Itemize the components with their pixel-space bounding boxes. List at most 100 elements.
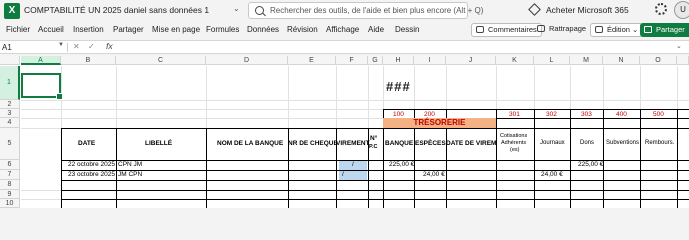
select-all-corner[interactable] [0,56,20,65]
cell-h3[interactable]: 100 [393,111,404,118]
header-dons[interactable]: Dons [580,140,594,146]
row-header-9[interactable]: 9 [0,190,20,199]
header-banque[interactable]: BANQUE [385,140,413,147]
settings-icon[interactable] [655,3,667,15]
table-row-6-date[interactable]: 22 octobre 2025 [68,161,115,168]
column-header-f[interactable]: F [336,56,368,65]
excel-icon[interactable]: X [4,3,20,19]
name-box[interactable]: A1 [2,42,60,53]
column-header-b[interactable]: B [61,56,116,65]
column-header-a[interactable]: A [21,56,61,65]
header-date-virement[interactable]: DATE DE VIREMENT [446,140,496,147]
table-row-7-date[interactable]: 23 octobre 2025 [68,171,115,178]
catchup-button[interactable]: Rattrapage [533,23,590,37]
tab-donnees[interactable]: Données [247,25,279,34]
header-date[interactable]: DATE [78,140,95,147]
table-border [640,109,641,208]
column-header-n[interactable]: N [603,56,640,65]
ribbon-tabs: Fichier Accueil Insertion Partager Mise … [0,22,689,39]
header-journaux[interactable]: Journaux [540,140,565,146]
row-header-6[interactable]: 6 [0,160,20,170]
document-title[interactable]: COMPTABILITÉ UN 2025 daniel sans données… [24,5,209,15]
cell-o3[interactable]: 500 [653,111,664,118]
table-row-7-libelle[interactable]: JM CPN [118,171,142,178]
row-header-1[interactable]: 1 [0,66,20,100]
header-es[interactable]: (es) [510,147,519,153]
cancel-icon[interactable]: ✕ [73,42,80,51]
row-header-8[interactable]: 8 [0,180,20,190]
row-header-2[interactable]: 2 [0,100,20,109]
header-libelle[interactable]: LIBELLÉ [145,140,172,147]
tab-dessin[interactable]: Dessin [395,25,419,34]
row-header-3[interactable]: 3 [0,109,20,118]
tab-formules[interactable]: Formules [206,25,239,34]
column-header-m[interactable]: M [570,56,603,65]
column-header-i[interactable]: I [414,56,446,65]
buy-microsoft-365-link[interactable]: Acheter Microsoft 365 [546,5,629,15]
header-especes[interactable]: ESPÈCES [415,140,446,147]
column-header-k[interactable]: K [496,56,534,65]
column-header-g[interactable]: G [368,56,383,65]
tab-partager[interactable]: Partager [113,25,144,34]
header-np-1[interactable]: N° [370,135,377,142]
row-header-5[interactable]: 5 [0,128,20,160]
column-header-j[interactable]: J [446,56,496,65]
header-np-2[interactable]: P.C [369,144,377,150]
header-virement[interactable]: VIREMENT [336,140,370,147]
column-header-o[interactable]: O [640,56,677,65]
column-header-p[interactable] [677,56,689,65]
table-row-7-especes[interactable]: 24,00 € [423,171,445,178]
chevron-down-icon[interactable]: ⌄ [233,4,240,13]
header-nr-cheque[interactable]: NR DE CHEQUE [288,140,336,147]
search-icon [255,6,264,15]
row-header-7[interactable]: 7 [0,170,20,180]
cell-i3[interactable]: 200 [424,111,435,118]
active-cell-a1[interactable] [21,73,63,100]
header-nom-banque[interactable]: NOM DE LA BANQUE [217,140,283,147]
column-header-h[interactable]: H [383,56,414,65]
expand-formula-bar-icon[interactable]: ⌄ [676,42,682,50]
editing-mode-button[interactable]: Édition ⌄ [590,23,644,37]
header-subventions[interactable]: Subventions [606,140,639,146]
function-icon[interactable]: fx [106,41,113,51]
table-row-7-journaux[interactable]: 24,00 € [541,171,563,178]
row-header-4[interactable]: 4 [0,118,20,128]
search-box[interactable]: Rechercher des outils, de l'aide et bien… [248,2,483,19]
editing-label: Édition [607,25,630,34]
avatar[interactable]: U [674,1,689,19]
column-header-e[interactable]: E [288,56,336,65]
column-header-c[interactable]: C [116,56,206,65]
row-header-10[interactable]: 10 [0,199,20,208]
tab-accueil[interactable]: Accueil [38,25,64,34]
tab-aide[interactable]: Aide [368,25,384,34]
header-rembours[interactable]: Rembours. [645,140,674,146]
tab-mise-en-page[interactable]: Mise en page [152,25,200,34]
column-header-d[interactable]: D [206,56,288,65]
cell-h1[interactable]: ### [386,79,411,94]
table-row-7-virement[interactable]: / [342,171,344,178]
tab-insertion[interactable]: Insertion [73,25,104,34]
comments-button[interactable]: Commentaires [471,23,542,37]
header-cotisations[interactable]: Cotisations [500,133,527,139]
table-row-6-dons[interactable]: 225,00 € [578,161,603,168]
catchup-icon [537,25,545,32]
tab-revision[interactable]: Révision [287,25,318,34]
tab-affichage[interactable]: Affichage [326,25,359,34]
cell-k3[interactable]: 301 [509,111,520,118]
column-header-l[interactable]: L [534,56,570,65]
table-row-6-banque[interactable]: 225,00 € [389,161,414,168]
cell-n3[interactable]: 400 [616,111,627,118]
chevron-down-icon[interactable]: ▼ [58,42,64,48]
spreadsheet-grid[interactable]: A B C D E F G H I J K L M N O 1 2 3 4 5 … [0,56,689,208]
share-label: Partager [656,25,685,34]
tresorerie-header[interactable]: TRÉSORERIE [383,118,496,128]
cell-m3[interactable]: 303 [581,111,592,118]
check-icon[interactable]: ✓ [88,42,95,51]
table-row-6-virement[interactable]: / [352,161,354,168]
comment-icon [476,26,484,33]
header-adherents[interactable]: Adhérents [501,140,526,146]
share-button[interactable]: Partager [640,23,689,37]
tab-fichier[interactable]: Fichier [6,25,30,34]
cell-l3[interactable]: 302 [546,111,557,118]
table-row-6-libelle[interactable]: CPN JM [118,161,142,168]
